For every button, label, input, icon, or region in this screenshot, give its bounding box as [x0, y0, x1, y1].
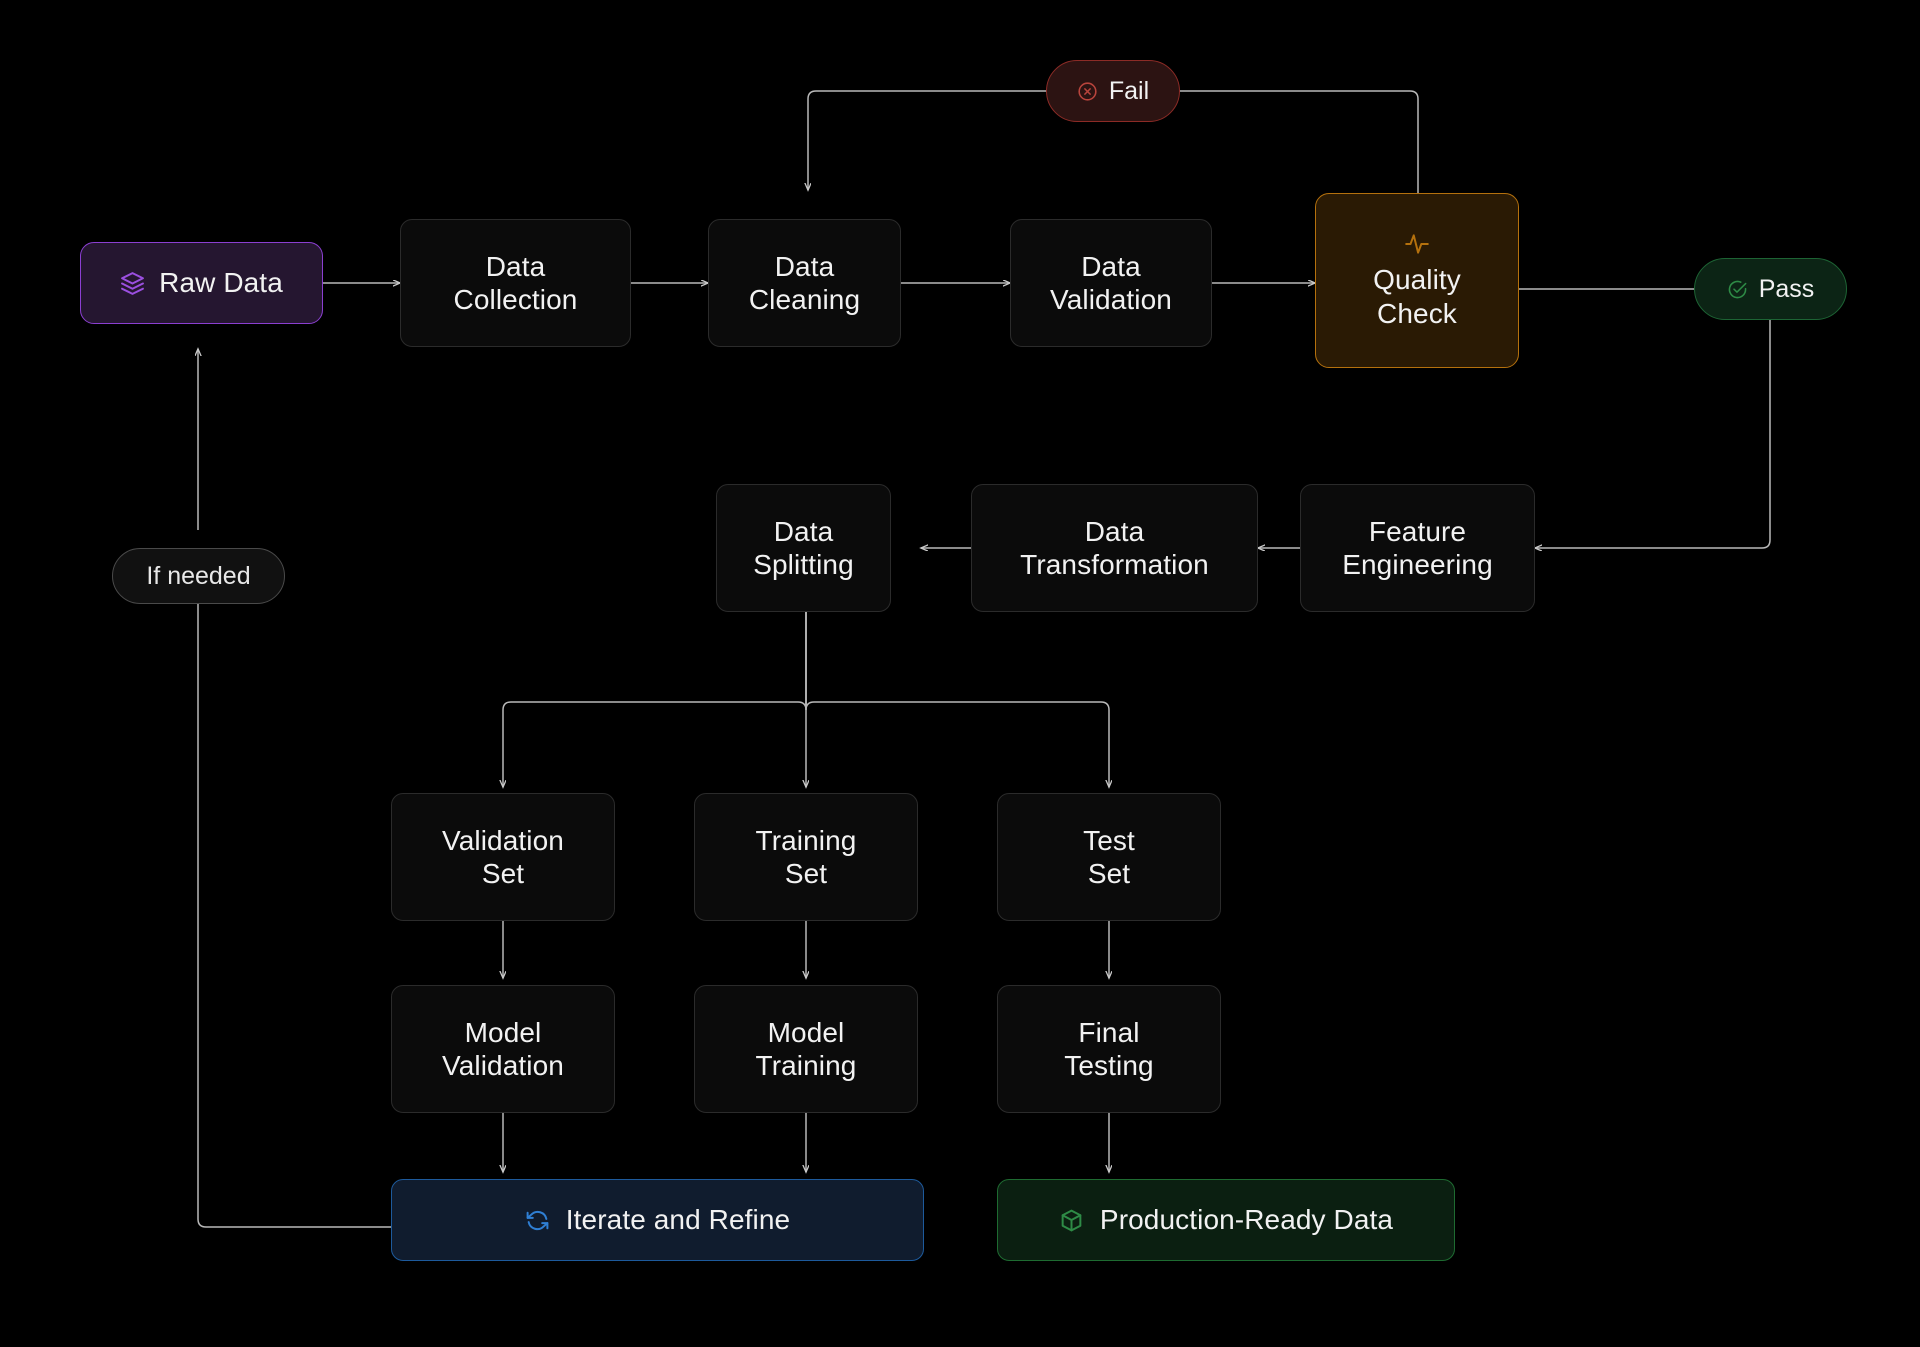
x-circle-icon: [1077, 81, 1098, 102]
node-data-cleaning[interactable]: Data Cleaning: [708, 219, 901, 347]
edge-label-text: If needed: [146, 562, 250, 591]
edge-label-text: Fail: [1109, 77, 1149, 106]
node-production-ready-data[interactable]: Production-Ready Data: [997, 1179, 1455, 1261]
edge-label-if-needed[interactable]: If needed: [112, 548, 285, 604]
node-label: Raw Data: [159, 266, 283, 299]
node-label: Production-Ready Data: [1100, 1203, 1393, 1236]
node-quality-check[interactable]: Quality Check: [1315, 193, 1519, 368]
node-label: Feature Engineering: [1342, 515, 1493, 581]
node-label: Validation Set: [442, 824, 564, 890]
node-validation-set[interactable]: Validation Set: [391, 793, 615, 921]
edge-splitting-to-test-set: [806, 604, 1109, 787]
edge-splitting-to-validation-set: [503, 604, 806, 787]
node-feature-engineering[interactable]: Feature Engineering: [1300, 484, 1535, 612]
node-iterate-and-refine[interactable]: Iterate and Refine: [391, 1179, 924, 1261]
node-data-validation[interactable]: Data Validation: [1010, 219, 1212, 347]
node-label: Data Splitting: [753, 515, 854, 581]
node-label: Model Training: [756, 1016, 857, 1082]
node-test-set[interactable]: Test Set: [997, 793, 1221, 921]
flowchart-canvas: Raw Data Data Collection Data Cleaning D…: [0, 0, 1920, 1347]
layers-icon: [120, 271, 145, 296]
node-raw-data[interactable]: Raw Data: [80, 242, 323, 324]
edge-layer: [0, 0, 1920, 1347]
node-data-collection[interactable]: Data Collection: [400, 219, 631, 347]
check-circle-icon: [1727, 279, 1748, 300]
edge-quality-pass-to-feature: [1519, 289, 1770, 548]
refresh-icon: [525, 1208, 550, 1233]
node-label: Data Collection: [454, 250, 578, 316]
node-label: Final Testing: [1064, 1016, 1153, 1082]
node-label: Data Cleaning: [749, 250, 860, 316]
edge-label-fail[interactable]: Fail: [1046, 60, 1180, 122]
node-label: Quality Check: [1373, 263, 1461, 329]
edge-iterate-to-raw-data: [198, 349, 391, 1227]
node-label: Data Validation: [1050, 250, 1172, 316]
node-label: Training Set: [756, 824, 857, 890]
node-label: Test Set: [1083, 824, 1135, 890]
node-data-transformation[interactable]: Data Transformation: [971, 484, 1258, 612]
node-model-training[interactable]: Model Training: [694, 985, 918, 1113]
node-final-testing[interactable]: Final Testing: [997, 985, 1221, 1113]
node-data-splitting[interactable]: Data Splitting: [716, 484, 891, 612]
node-training-set[interactable]: Training Set: [694, 793, 918, 921]
edge-label-pass[interactable]: Pass: [1694, 258, 1847, 320]
node-model-validation[interactable]: Model Validation: [391, 985, 615, 1113]
node-label: Iterate and Refine: [566, 1203, 790, 1236]
node-label: Model Validation: [442, 1016, 564, 1082]
activity-icon: [1404, 231, 1430, 257]
box-icon: [1059, 1208, 1084, 1233]
node-label: Data Transformation: [1020, 515, 1209, 581]
edge-label-text: Pass: [1759, 275, 1815, 304]
